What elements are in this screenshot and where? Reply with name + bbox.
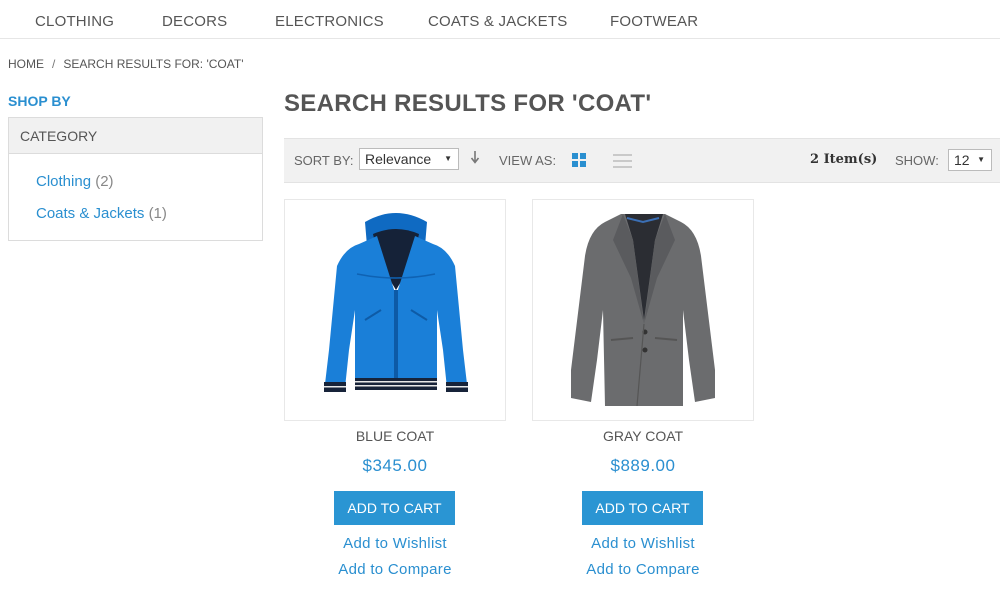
sort-by-select[interactable]: Relevance ▼ — [359, 148, 459, 170]
product-name[interactable]: GRAY COAT — [532, 428, 754, 444]
product-name[interactable]: BLUE COAT — [284, 428, 506, 444]
category-label: Clothing — [36, 173, 92, 190]
show-limit-select[interactable]: 12 ▼ — [948, 149, 992, 171]
breadcrumb-separator: / — [52, 57, 56, 71]
nav-item-clothing[interactable]: CLOTHING — [35, 13, 114, 30]
gray-blazer-image[interactable] — [532, 199, 754, 421]
list-view-icon[interactable] — [613, 153, 632, 168]
top-navigation: CLOTHING DECORS ELECTRONICS COATS & JACK… — [0, 0, 1000, 39]
add-to-wishlist-link[interactable]: Add to Wishlist — [284, 535, 506, 552]
dropdown-caret-icon: ▼ — [977, 155, 985, 164]
add-to-compare-link[interactable]: Add to Compare — [532, 561, 754, 578]
product-price: $889.00 — [610, 456, 676, 475]
arrow-down-icon[interactable] — [470, 150, 480, 167]
view-as-label: VIEW AS: — [499, 153, 557, 168]
product-card: GRAY COAT $889.00 ADD TO CART Add to Wis… — [532, 199, 754, 578]
product-price: $345.00 — [362, 456, 428, 475]
show-label: SHOW: — [895, 153, 939, 168]
item-count: 2 Item(s) — [810, 152, 878, 167]
sort-by-label: SORT BY: — [294, 153, 354, 168]
category-label: Coats & Jackets — [36, 205, 145, 222]
breadcrumb: HOME / SEARCH RESULTS FOR: 'COAT' — [8, 57, 244, 71]
add-to-compare-link[interactable]: Add to Compare — [284, 561, 506, 578]
category-filter-title: CATEGORY — [9, 118, 262, 154]
nav-item-footwear[interactable]: FOOTWEAR — [610, 13, 698, 30]
category-filter-box: CATEGORY Clothing (2) Coats & Jackets (1… — [8, 117, 263, 241]
breadcrumb-home[interactable]: HOME — [8, 57, 44, 71]
add-to-wishlist-link[interactable]: Add to Wishlist — [532, 535, 754, 552]
add-to-cart-button[interactable]: ADD TO CART — [582, 491, 703, 525]
dropdown-caret-icon: ▼ — [444, 154, 452, 163]
product-card: BLUE COAT $345.00 ADD TO CART Add to Wis… — [284, 199, 506, 578]
grid-view-icon[interactable] — [572, 153, 587, 168]
category-link-clothing[interactable]: Clothing (2) — [36, 173, 114, 190]
category-count: (1) — [148, 205, 167, 222]
add-to-cart-button[interactable]: ADD TO CART — [334, 491, 455, 525]
nav-item-electronics[interactable]: ELECTRONICS — [275, 13, 384, 30]
results-toolbar: SORT BY: Relevance ▼ VIEW AS: 2 Item(s) … — [284, 138, 1000, 183]
nav-item-coats-jackets[interactable]: COATS & JACKETS — [428, 13, 567, 30]
nav-item-decors[interactable]: DECORS — [162, 13, 227, 30]
show-limit-value: 12 — [954, 152, 970, 168]
category-count: (2) — [95, 173, 114, 190]
blue-jacket-image[interactable] — [284, 199, 506, 421]
shop-by-heading: SHOP BY — [8, 93, 71, 109]
category-link-coats-jackets[interactable]: Coats & Jackets (1) — [36, 205, 167, 222]
breadcrumb-current: SEARCH RESULTS FOR: 'COAT' — [63, 57, 244, 71]
page-title: SEARCH RESULTS FOR 'COAT' — [284, 90, 652, 117]
sort-by-value: Relevance — [365, 151, 432, 167]
